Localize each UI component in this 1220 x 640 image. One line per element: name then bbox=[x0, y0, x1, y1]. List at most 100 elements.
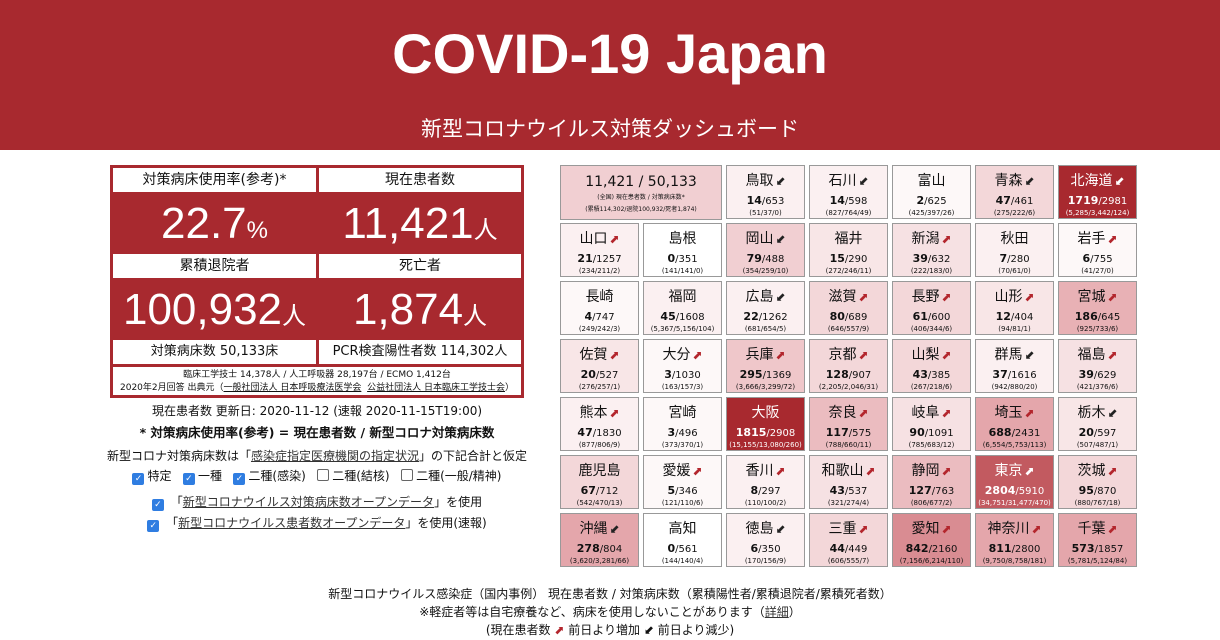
prefecture-tile[interactable]: 宮崎 3/496 (373/370/1) bbox=[643, 397, 722, 451]
prefecture-beds: /1616 bbox=[1007, 370, 1037, 381]
prefecture-tile[interactable]: 東京 ⬈ 2804/5910 (34,751/31,477/470) bbox=[975, 455, 1054, 509]
patients-opendata-link[interactable]: 新型コロナウイルス患者数オープンデータ bbox=[178, 516, 405, 530]
prefecture-tile[interactable]: 徳島 ⬋ 6/350 (170/156/9) bbox=[726, 513, 805, 567]
prefecture-tile[interactable]: 岩手 ⬈ 6/755 (41/27/0) bbox=[1058, 223, 1137, 277]
prefecture-tile[interactable]: 北海道 ⬋ 1719/2981 (5,285/3,442/124) bbox=[1058, 165, 1137, 219]
prefecture-current: 80 bbox=[829, 310, 845, 323]
prefecture-tile[interactable]: 富山 2/625 (425/397/26) bbox=[892, 165, 971, 219]
prefecture-current: 6 bbox=[1082, 252, 1091, 265]
prefecture-tile[interactable]: 熊本 ⬈ 47/1830 (877/806/9) bbox=[560, 397, 639, 451]
prefecture-tile[interactable]: 栃木 ⬋ 20/597 (507/487/1) bbox=[1058, 397, 1137, 451]
option-nishu-general[interactable]: 二種(一般/精神) bbox=[401, 469, 502, 483]
source-link-jacet[interactable]: 公益社団法人 日本臨床工学技士会 bbox=[367, 383, 505, 393]
prefecture-tile[interactable]: 和歌山 ⬈ 43/537 (321/274/4) bbox=[809, 455, 888, 509]
prefecture-name-text: 山梨 bbox=[911, 347, 940, 363]
prefecture-beds: /2908 bbox=[766, 428, 796, 439]
prefecture-tile[interactable]: 沖縄 ⬋ 278/804 (3,620/3,281/66) bbox=[560, 513, 639, 567]
prefecture-tile[interactable]: 愛媛 ⬈ 5/346 (121/110/6) bbox=[643, 455, 722, 509]
prefecture-ratio: 1719/2981 bbox=[1059, 194, 1136, 207]
checkbox-isshu[interactable]: ✓ bbox=[182, 473, 195, 485]
prefecture-tile[interactable]: 埼玉 ⬈ 688/2431 (6,554/5,753/113) bbox=[975, 397, 1054, 451]
checkbox-nishu-infection[interactable]: ✓ bbox=[233, 473, 246, 485]
prefecture-tile[interactable]: 広島 ⬋ 22/1262 (681/654/5) bbox=[726, 281, 805, 335]
prefecture-tile[interactable]: 三重 ⬈ 44/449 (606/555/7) bbox=[809, 513, 888, 567]
prefecture-ratio: 3/1030 bbox=[644, 368, 721, 381]
prefecture-name-text: 東京 bbox=[994, 463, 1023, 479]
prefecture-tile[interactable]: 神奈川 ⬈ 811/2800 (9,750/8,758/181) bbox=[975, 513, 1054, 567]
prefecture-beds: /404 bbox=[1010, 312, 1034, 323]
prefecture-tile[interactable]: 宮城 ⬈ 186/645 (925/733/6) bbox=[1058, 281, 1137, 335]
details-link[interactable]: 詳細 bbox=[765, 605, 789, 619]
discharged-unit: 人 bbox=[282, 303, 307, 330]
prefecture-ratio: 20/597 bbox=[1059, 426, 1136, 439]
prefecture-tile[interactable]: 香川 ⬈ 8/297 (110/100/2) bbox=[726, 455, 805, 509]
prefecture-tile[interactable]: 山口 ⬈ 21/1257 (234/211/2) bbox=[560, 223, 639, 277]
prefecture-tile[interactable]: 奈良 ⬈ 117/575 (788/660/11) bbox=[809, 397, 888, 451]
prefecture-tile[interactable]: 静岡 ⬈ 127/763 (806/677/2) bbox=[892, 455, 971, 509]
checkbox-tokutei[interactable]: ✓ bbox=[132, 473, 145, 485]
checkbox-nishu-tb[interactable] bbox=[317, 469, 330, 481]
prefecture-ratio: 4/747 bbox=[561, 310, 638, 323]
usage-value-box: 22.7% bbox=[113, 195, 316, 253]
option-isshu[interactable]: ✓ 一種 bbox=[182, 469, 222, 485]
prefecture-tile[interactable]: 滋賀 ⬈ 80/689 (646/557/9) bbox=[809, 281, 888, 335]
footer-note-suffix: ） bbox=[788, 605, 801, 619]
prefecture-name: 大分 ⬈ bbox=[644, 345, 721, 365]
checkbox-patients-opendata[interactable]: ✓ bbox=[147, 520, 160, 532]
prefecture-tile[interactable]: 石川 ⬋ 14/598 (827/764/49) bbox=[809, 165, 888, 219]
prefecture-cumulative: (942/880/20) bbox=[991, 383, 1038, 391]
prefecture-tile[interactable]: 島根 0/351 (141/141/0) bbox=[643, 223, 722, 277]
prefecture-tile[interactable]: 岡山 ⬋ 79/488 (354/259/10) bbox=[726, 223, 805, 277]
prefecture-tile[interactable]: 福岡 45/1608 (5,367/5,156/104) bbox=[643, 281, 722, 335]
prefecture-tile[interactable]: 鳥取 ⬋ 14/653 (51/37/0) bbox=[726, 165, 805, 219]
prefecture-tile[interactable]: 愛知 ⬈ 842/2160 (7,156/6,214/110) bbox=[892, 513, 971, 567]
arrow-up-icon: ⬈ bbox=[858, 406, 869, 420]
prefecture-beds: /747 bbox=[592, 312, 615, 323]
designation-status-link[interactable]: 感染症指定医療機関の指定状況 bbox=[251, 449, 419, 463]
prefecture-ratio: 67/712 bbox=[561, 484, 638, 497]
prefecture-cumulative: (121/110/6) bbox=[661, 499, 704, 507]
prefecture-tile[interactable]: 福島 ⬈ 39/629 (421/376/6) bbox=[1058, 339, 1137, 393]
prefecture-tile[interactable]: 京都 ⬈ 128/907 (2,205/2,046/31) bbox=[809, 339, 888, 393]
prefecture-tile[interactable]: 新潟 ⬈ 39/632 (222/183/0) bbox=[892, 223, 971, 277]
arrow-up-icon: ⬈ bbox=[858, 290, 869, 304]
prefecture-tile[interactable]: 山梨 ⬈ 43/385 (267/218/6) bbox=[892, 339, 971, 393]
prefecture-tile[interactable]: 福井 15/290 (272/246/11) bbox=[809, 223, 888, 277]
prefecture-tile[interactable]: 秋田 7/280 (70/61/0) bbox=[975, 223, 1054, 277]
prefecture-tile[interactable]: 長野 ⬈ 61/600 (406/344/6) bbox=[892, 281, 971, 335]
prefecture-tile[interactable]: 山形 ⬈ 12/404 (94/81/1) bbox=[975, 281, 1054, 335]
prefecture-tile[interactable]: 兵庫 ⬈ 295/1369 (3,666/3,299/72) bbox=[726, 339, 805, 393]
legend-down-text: 前日より減少 bbox=[657, 623, 730, 637]
prefecture-tile[interactable]: 佐賀 ⬈ 20/527 (276/257/1) bbox=[560, 339, 639, 393]
prefecture-tile[interactable]: 千葉 ⬈ 573/1857 (5,781/5,124/84) bbox=[1058, 513, 1137, 567]
prefecture-ratio: 573/1857 bbox=[1059, 542, 1136, 555]
prefecture-current: 95 bbox=[1078, 484, 1094, 497]
option-nishu-tb[interactable]: 二種(結核) bbox=[317, 469, 390, 483]
use-patients-opendata[interactable]: ✓ 「新型コロナウイルス患者数オープンデータ」を使用(速報) bbox=[80, 514, 554, 532]
beds-opendata-link[interactable]: 新型コロナウイルス対策病床数オープンデータ bbox=[183, 495, 434, 509]
arrow-up-icon: ⬈ bbox=[941, 464, 952, 478]
prefecture-name: 佐賀 ⬈ bbox=[561, 345, 638, 365]
prefecture-tile[interactable]: 群馬 ⬋ 37/1616 (942/880/20) bbox=[975, 339, 1054, 393]
prefecture-tile[interactable]: 青森 ⬋ 47/461 (275/222/6) bbox=[975, 165, 1054, 219]
checkbox-beds-opendata[interactable]: ✓ bbox=[151, 499, 164, 511]
prefecture-tile[interactable]: 大分 ⬈ 3/1030 (163/157/3) bbox=[643, 339, 722, 393]
prefecture-tile[interactable]: 茨城 ⬈ 95/870 (880/767/18) bbox=[1058, 455, 1137, 509]
prefecture-cumulative: (267/218/6) bbox=[910, 383, 953, 391]
prefecture-tile[interactable]: 岐阜 ⬈ 90/1091 (785/683/12) bbox=[892, 397, 971, 451]
national-summary-tile[interactable]: 11,421 / 50,133 (全国) 現在患者数 / 対策病床数* (累積1… bbox=[560, 165, 722, 220]
use-beds-opendata[interactable]: ✓ 「新型コロナウイルス対策病床数オープンデータ」を使用 bbox=[80, 493, 554, 511]
prefecture-tile[interactable]: 長崎 4/747 (249/242/3) bbox=[560, 281, 639, 335]
prefecture-beds: /575 bbox=[848, 428, 872, 439]
arrow-up-icon: ⬈ bbox=[1107, 464, 1118, 478]
prefecture-tile[interactable]: 大阪 1815/2908 (15,155/13,080/260) bbox=[726, 397, 805, 451]
checkbox-nishu-general[interactable] bbox=[401, 469, 414, 481]
prefecture-tile[interactable]: 鹿児島 67/712 (542/470/13) bbox=[560, 455, 639, 509]
option-tokutei[interactable]: ✓ 特定 bbox=[132, 469, 172, 485]
source-link-jsrcm[interactable]: 一般社団法人 日本呼吸療法医学会 bbox=[224, 383, 362, 393]
prefecture-beds: /1857 bbox=[1094, 544, 1124, 555]
pcr-total: PCR検査陽性者数 114,302人 bbox=[319, 340, 521, 364]
prefecture-name: 山口 ⬈ bbox=[561, 229, 638, 249]
prefecture-tile[interactable]: 高知 0/561 (144/140/4) bbox=[643, 513, 722, 567]
option-nishu-infection[interactable]: ✓ 二種(感染) bbox=[233, 469, 306, 485]
